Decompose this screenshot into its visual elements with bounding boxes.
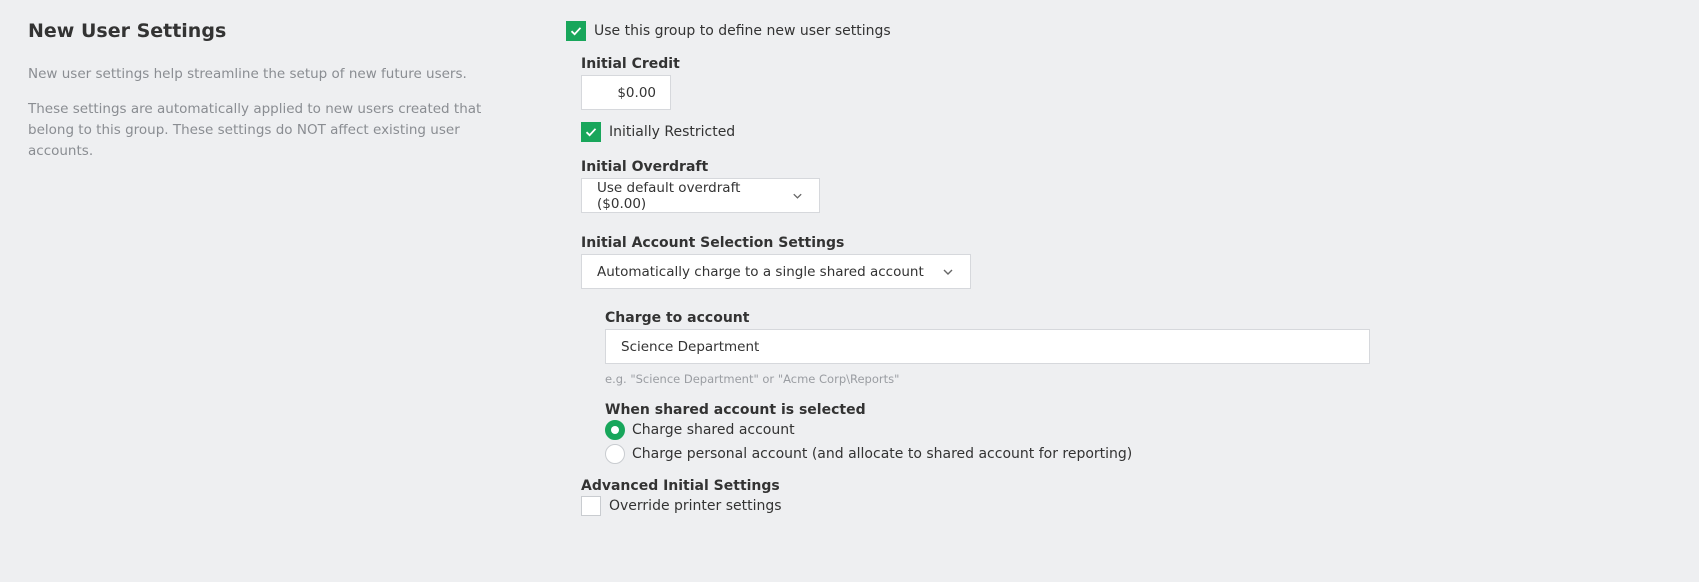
account-selection-block: Initial Account Selection Settings Autom… — [581, 235, 1666, 289]
charge-to-account-hint: e.g. "Science Department" or "Acme Corp\… — [605, 372, 900, 386]
initial-overdraft-select[interactable]: Use default overdraft ($0.00) — [581, 178, 820, 213]
initially-restricted-checkbox[interactable] — [581, 122, 601, 142]
charge-to-account-input[interactable]: Science Department — [605, 329, 1370, 364]
check-icon — [585, 128, 597, 137]
shared-selected-block: When shared account is selected Charge s… — [605, 402, 1666, 466]
account-selection-value: Automatically charge to a single shared … — [597, 263, 924, 280]
advanced-label: Advanced Initial Settings — [581, 478, 780, 494]
radio-charge-personal-label: Charge personal account (and allocate to… — [632, 446, 1133, 462]
chevron-down-icon — [943, 269, 953, 275]
override-printer-row: Override printer settings — [581, 495, 1666, 517]
initial-credit-value: $0.00 — [617, 84, 656, 101]
chevron-down-icon — [793, 193, 802, 199]
initially-restricted-row: Initially Restricted — [581, 121, 1666, 143]
shared-selected-label: When shared account is selected — [605, 402, 866, 418]
check-icon — [570, 27, 582, 36]
section-description: New User Settings New user settings help… — [28, 20, 518, 176]
initial-overdraft-label: Initial Overdraft — [581, 159, 709, 175]
use-group-checkbox[interactable] — [566, 21, 586, 41]
initial-overdraft-block: Initial Overdraft Use default overdraft … — [581, 159, 1666, 213]
radio-charge-personal[interactable] — [605, 444, 625, 464]
initial-credit-block: Initial Credit $0.00 — [581, 56, 1666, 110]
initial-overdraft-value: Use default overdraft ($0.00) — [597, 179, 741, 212]
override-printer-label: Override printer settings — [609, 498, 782, 514]
initially-restricted-label: Initially Restricted — [609, 124, 736, 140]
settings-form: Use this group to define new user settin… — [566, 20, 1666, 517]
radio-charge-shared-row: Charge shared account — [605, 418, 1666, 442]
section-title: New User Settings — [28, 20, 227, 42]
initial-credit-input[interactable]: $0.00 — [581, 75, 671, 110]
account-selection-label: Initial Account Selection Settings — [581, 235, 845, 251]
section-desc-1: New user settings help streamline the se… — [28, 66, 467, 82]
radio-charge-shared-label: Charge shared account — [632, 422, 795, 438]
radio-charge-shared[interactable] — [605, 420, 625, 440]
charge-to-account-value: Science Department — [621, 338, 760, 355]
charge-to-account-label: Charge to account — [605, 310, 750, 326]
account-selection-select[interactable]: Automatically charge to a single shared … — [581, 254, 971, 289]
section-desc-2: These settings are automatically applied… — [28, 101, 482, 159]
use-group-label: Use this group to define new user settin… — [594, 23, 891, 39]
advanced-block: Advanced Initial Settings Override print… — [581, 478, 1666, 517]
radio-charge-personal-row: Charge personal account (and allocate to… — [605, 442, 1666, 466]
use-group-row: Use this group to define new user settin… — [566, 20, 1666, 42]
charge-to-account-block: Charge to account Science Department e.g… — [605, 310, 1666, 386]
override-printer-checkbox[interactable] — [581, 496, 601, 516]
initial-credit-label: Initial Credit — [581, 56, 680, 72]
